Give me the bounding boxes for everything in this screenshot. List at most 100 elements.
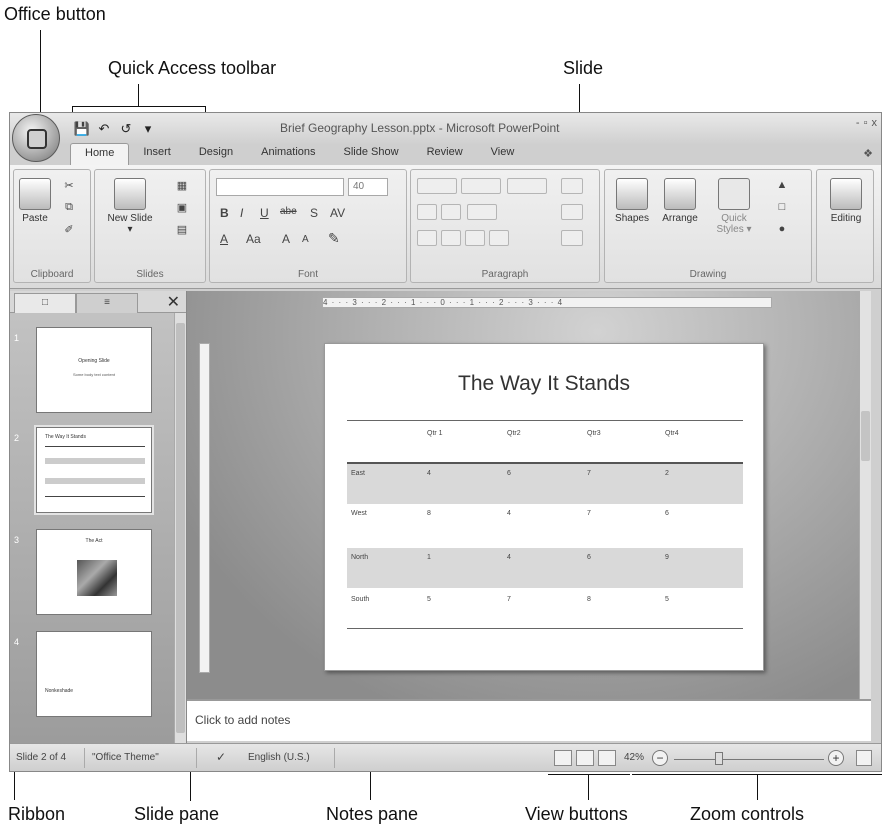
tab-slide-show[interactable]: Slide Show: [330, 143, 413, 165]
scroll-thumb[interactable]: [861, 411, 870, 461]
pane-tabs: □ ≡ ✕: [10, 291, 186, 313]
shadow-button[interactable]: S: [310, 206, 318, 220]
shape-effects-icon[interactable]: ●: [775, 222, 789, 236]
slide-title[interactable]: The Way It Stands: [325, 372, 763, 396]
window-title: Brief Geography Lesson.pptx - Microsoft …: [280, 121, 560, 135]
divider: [196, 748, 197, 768]
tab-animations[interactable]: Animations: [247, 143, 329, 165]
delete-slide-icon[interactable]: ▤: [175, 222, 189, 236]
cut-icon[interactable]: ✂: [62, 178, 76, 192]
align-right-button[interactable]: [465, 230, 485, 246]
slides-pane-scrollbar[interactable]: [174, 313, 186, 743]
slide-thumbnail-selected[interactable]: The Way It Stands: [34, 425, 154, 515]
language[interactable]: English (U.S.): [248, 752, 310, 763]
maximize-button[interactable]: ▫: [864, 117, 868, 129]
notes-pane[interactable]: Click to add notes: [187, 699, 871, 741]
help-icon[interactable]: ❖: [863, 147, 873, 160]
tab-review[interactable]: Review: [413, 143, 477, 165]
vertical-scrollbar[interactable]: [859, 291, 871, 699]
close-pane-icon[interactable]: ✕: [167, 292, 180, 312]
text-direction-button[interactable]: [561, 178, 583, 194]
bold-button[interactable]: B: [220, 206, 229, 220]
paste-button[interactable]: Paste: [18, 178, 52, 224]
tab-slides-thumbnails[interactable]: □: [14, 293, 76, 313]
slides-pane: □ ≡ ✕ 1 Opening Slide Some body text con…: [10, 291, 187, 743]
customize-qat-icon[interactable]: ▾: [138, 119, 158, 139]
align-text-button[interactable]: [561, 204, 583, 220]
ribbon: Paste ✂ ⧉ ✐ Clipboard New Slide ▾ ▦ ▣ ▤ …: [10, 165, 881, 289]
new-slide-button[interactable]: New Slide ▾: [105, 178, 155, 235]
row-label: West: [351, 510, 367, 517]
grow-font-button[interactable]: A: [282, 232, 290, 246]
shapes-button[interactable]: Shapes: [611, 178, 653, 224]
shape-outline-icon[interactable]: □: [775, 200, 789, 214]
slide-thumbnail[interactable]: Opening Slide Some body text content: [36, 327, 152, 413]
zoom-in-button[interactable]: +: [828, 750, 844, 766]
zoom-slider-thumb[interactable]: [715, 752, 723, 765]
numbering-button[interactable]: [461, 178, 501, 194]
slide-show-view-button[interactable]: [598, 750, 616, 766]
callout-view-buttons: View buttons: [525, 804, 628, 824]
bullets-button[interactable]: [417, 178, 457, 194]
current-slide[interactable]: The Way It Stands Qtr 1 Qtr2 Qtr3 Qtr4 E…: [324, 343, 764, 671]
layout-icon[interactable]: ▦: [175, 178, 189, 192]
font-name-field[interactable]: [216, 178, 344, 196]
slide-thumbnail[interactable]: Nonkeshade: [36, 631, 152, 717]
change-case-button[interactable]: Aa: [246, 232, 261, 246]
decrease-indent-button[interactable]: [417, 204, 437, 220]
italic-button[interactable]: I: [240, 206, 243, 220]
tab-outline[interactable]: ≡: [76, 293, 138, 313]
close-button[interactable]: x: [872, 117, 878, 129]
increase-indent-button[interactable]: [441, 204, 461, 220]
smartart-button[interactable]: [561, 230, 583, 246]
char-spacing-button[interactable]: AV: [330, 206, 345, 220]
tab-insert[interactable]: Insert: [129, 143, 185, 165]
save-icon[interactable]: 💾: [72, 119, 92, 139]
slide-sorter-view-button[interactable]: [576, 750, 594, 766]
zoom-slider-track[interactable]: [674, 759, 824, 760]
center-button[interactable]: [441, 230, 461, 246]
tab-design[interactable]: Design: [185, 143, 247, 165]
table-header: Qtr4: [665, 430, 679, 437]
font-color-button[interactable]: A: [220, 232, 228, 246]
clear-formatting-icon[interactable]: ✎: [328, 230, 340, 247]
underline-button[interactable]: U: [260, 206, 269, 220]
tab-home[interactable]: Home: [70, 143, 130, 165]
align-left-button[interactable]: [417, 230, 437, 246]
table-header: Qtr3: [587, 430, 601, 437]
office-button[interactable]: [12, 114, 60, 162]
callout-line-view: [588, 774, 589, 800]
spell-check-icon[interactable]: ✓: [216, 750, 226, 764]
quick-styles-button[interactable]: Quick Styles ▾: [709, 178, 759, 235]
table-cell: 6: [587, 554, 591, 561]
slide-number: 4: [14, 637, 20, 647]
columns-button[interactable]: [467, 204, 497, 220]
redo-icon[interactable]: ↺: [116, 119, 136, 139]
font-size-field[interactable]: 40: [348, 178, 388, 196]
fit-to-window-button[interactable]: [856, 750, 872, 766]
arrange-button[interactable]: Arrange: [657, 178, 703, 224]
justify-button[interactable]: [489, 230, 509, 246]
line-spacing-button[interactable]: [507, 178, 547, 194]
tab-view[interactable]: View: [477, 143, 529, 165]
minimize-button[interactable]: -: [856, 117, 860, 129]
copy-icon[interactable]: ⧉: [62, 200, 76, 214]
normal-view-button[interactable]: [554, 750, 572, 766]
format-painter-icon[interactable]: ✐: [62, 222, 76, 236]
shrink-font-button[interactable]: A: [302, 234, 309, 245]
thumb-subtitle: Some body text content: [72, 372, 116, 377]
reset-icon[interactable]: ▣: [175, 200, 189, 214]
callout-line-qat-stem: [138, 84, 139, 106]
editing-button[interactable]: Editing: [825, 178, 867, 224]
zoom-out-button[interactable]: −: [652, 750, 668, 766]
slide-thumbnail[interactable]: The Act: [36, 529, 152, 615]
strikethrough-button[interactable]: abe: [280, 206, 297, 217]
shape-fill-icon[interactable]: ▲: [775, 178, 789, 192]
status-bar: Slide 2 of 4 "Office Theme" ✓ English (U…: [10, 743, 881, 771]
scroll-thumb[interactable]: [176, 323, 185, 733]
table-cell: 1: [427, 554, 431, 561]
zoom-level[interactable]: 42%: [624, 752, 644, 763]
table-header: Qtr 1: [427, 430, 443, 437]
undo-icon[interactable]: ↶: [94, 119, 114, 139]
callout-office-button: Office button: [4, 4, 106, 24]
